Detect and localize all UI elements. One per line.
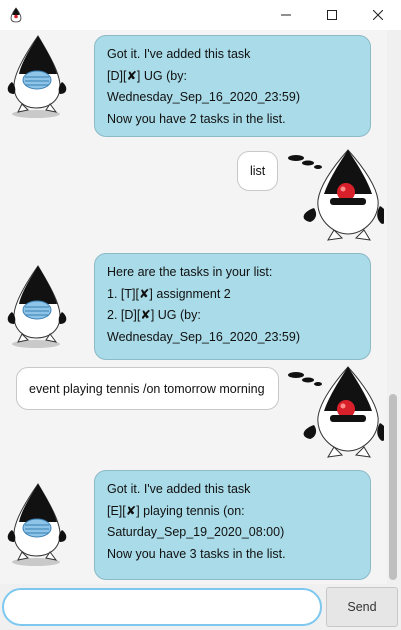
message-text: list	[250, 164, 266, 178]
duke-avatar-icon	[7, 265, 67, 349]
scrollbar-thumb[interactable]	[389, 394, 397, 580]
bot-message-bubble: Here are the tasks in your list: 1. [T][…	[94, 253, 371, 360]
bot-message-bubble: Got it. I've added this task [D][✘] UG (…	[94, 35, 371, 137]
message-line: Wednesday_Sep_16_2020_23:59)	[107, 90, 300, 104]
bot-message-bubble: Got it. I've added this task [E][✘] play…	[94, 470, 371, 580]
duke-avatar-icon	[7, 483, 67, 567]
duke-avatar-icon	[7, 35, 67, 119]
send-button[interactable]: Send	[326, 587, 398, 627]
close-icon	[373, 10, 383, 20]
maximize-button[interactable]	[309, 0, 355, 30]
message-line: Now you have 2 tasks in the list.	[107, 111, 286, 126]
message-line: Got it. I've added this task	[107, 482, 251, 496]
message-line: 1. [T][✘] assignment 2	[107, 286, 231, 301]
minimize-icon	[281, 14, 291, 16]
user-avatar-icon	[288, 366, 384, 458]
close-button[interactable]	[355, 0, 401, 30]
message-line: Got it. I've added this task	[107, 47, 251, 61]
message-line: Saturday_Sep_19_2020_08:00)	[107, 525, 285, 539]
user-message-bubble: list	[237, 151, 278, 191]
minimize-button[interactable]	[263, 0, 309, 30]
duke-app-icon	[9, 7, 23, 23]
message-line: Now you have 3 tasks in the list.	[107, 546, 286, 561]
message-text: event playing tennis /on tomorrow mornin…	[29, 381, 265, 396]
user-message-bubble: event playing tennis /on tomorrow mornin…	[16, 367, 279, 410]
title-bar	[0, 0, 401, 30]
message-input[interactable]	[2, 588, 322, 626]
message-line: Here are the tasks in your list:	[107, 265, 273, 279]
message-line: [D][✘] UG (by:	[107, 68, 187, 83]
maximize-icon	[327, 10, 337, 20]
chat-area[interactable]: Got it. I've added this task [D][✘] UG (…	[0, 30, 387, 584]
message-line: 2. [D][✘] UG (by:	[107, 308, 201, 322]
user-avatar-icon	[288, 149, 384, 241]
message-line: [E][✘] playing tennis (on:	[107, 503, 245, 518]
message-line: Wednesday_Sep_16_2020_23:59)	[107, 329, 300, 344]
